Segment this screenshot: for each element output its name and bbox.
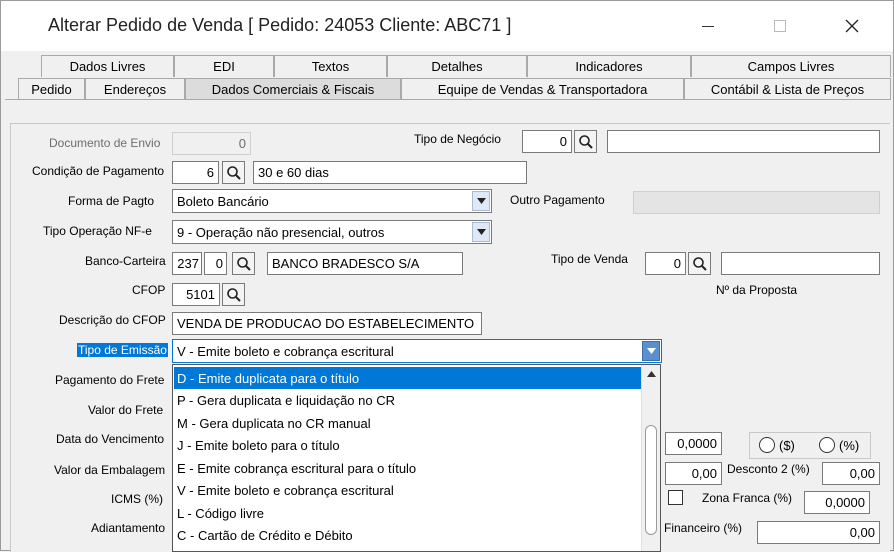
documento-envio-label: Documento de Envio — [49, 136, 161, 150]
banco-carteira-label: Banco-Carteira — [85, 254, 166, 268]
financeiro-label: Financeiro (%) — [664, 521, 743, 535]
documento-envio-field: 0 — [172, 132, 251, 155]
radio-percent-label: (%) — [839, 437, 860, 453]
zona-franca-checkbox[interactable] — [668, 490, 683, 505]
tab-textos[interactable]: Textos — [274, 55, 387, 77]
condicao-pagamento-code-field[interactable]: 6 — [172, 161, 219, 184]
banco-field[interactable]: 237 — [172, 252, 202, 275]
dropdown-option[interactable]: M - Gera duplicata no CR manual — [174, 412, 641, 434]
tab-enderecos[interactable]: Endereços — [85, 78, 185, 100]
outro-pagamento-label: Outro Pagamento — [510, 193, 605, 207]
forma-pagto-label: Forma de Pagto — [68, 194, 155, 208]
data-vencimento-label: Data do Vencimento — [56, 432, 165, 446]
radio-valor[interactable]: ($) — [759, 437, 795, 453]
right-value-field-2[interactable]: 0,00 — [665, 462, 722, 485]
valor-frete-label: Valor do Frete — [88, 403, 164, 417]
tipo-negocio-label: Tipo de Negócio — [414, 132, 501, 146]
tipo-venda-search-button[interactable] — [688, 252, 711, 275]
tab-indicadores[interactable]: Indicadores — [527, 55, 691, 77]
chevron-down-icon[interactable] — [472, 191, 490, 211]
adiantamento-label: Adiantamento — [91, 521, 166, 535]
close-icon — [845, 19, 859, 33]
tipo-venda-desc-field[interactable] — [721, 252, 880, 275]
window-title: Alterar Pedido de Venda [ Pedido: 24053 … — [48, 15, 512, 35]
dropdown-option[interactable]: D - Emite duplicata para o título — [174, 367, 641, 389]
tipo-operacao-select[interactable]: 9 - Operação não presencial, outros — [172, 220, 492, 244]
cfop-label: CFOP — [132, 283, 166, 297]
tipo-venda-code-field[interactable]: 0 — [645, 252, 686, 275]
desconto2-field[interactable]: 0,00 — [822, 462, 880, 485]
maximize-icon — [774, 20, 786, 32]
search-icon — [226, 287, 241, 302]
tab-divider — [5, 99, 891, 100]
cfop-search-button[interactable] — [222, 283, 245, 306]
tab-equipe-vendas-transportadora[interactable]: Equipe de Vendas & Transportadora — [401, 78, 684, 100]
minimize-icon — [702, 25, 714, 27]
banco-search-button[interactable] — [232, 252, 255, 275]
condicao-pagamento-label: Condição de Pagamento — [32, 164, 165, 178]
tab-pedido[interactable]: Pedido — [18, 78, 85, 100]
minimize-button[interactable] — [685, 7, 731, 45]
icms-label: ICMS (%) — [111, 492, 163, 506]
right-value-field-1[interactable]: 0,0000 — [665, 432, 722, 455]
numero-proposta-label: Nº da Proposta — [716, 283, 798, 297]
desconto2-label: Desconto 2 (%) — [727, 462, 810, 476]
radio-circle[interactable] — [759, 437, 775, 453]
tipo-operacao-label: Tipo Operação NF-e — [43, 224, 152, 238]
banco-desc-field[interactable]: BANCO BRADESCO S/A — [267, 252, 463, 275]
window: Alterar Pedido de Venda [ Pedido: 24053 … — [0, 0, 894, 552]
tipo-operacao-value: 9 - Operação não presencial, outros — [177, 224, 385, 240]
carteira-field[interactable]: 0 — [204, 252, 227, 275]
tipo-negocio-search-button[interactable] — [574, 130, 597, 153]
tipo-negocio-code-field[interactable]: 0 — [522, 130, 572, 153]
dropdown-option[interactable]: C - Cartão de Crédito e Débito — [174, 524, 641, 546]
radio-circle[interactable] — [819, 437, 835, 453]
financeiro-field[interactable]: 0,00 — [757, 521, 880, 544]
search-icon — [236, 256, 251, 271]
zona-franca-field[interactable]: 0,0000 — [804, 491, 870, 514]
cfop-field[interactable]: 5101 — [172, 283, 220, 306]
radio-percent[interactable]: (%) — [819, 437, 859, 453]
dropdown-option[interactable]: V - Emite boleto e cobrança escritural — [174, 479, 641, 501]
tipo-emissao-value: V - Emite boleto e cobrança escritural — [177, 343, 394, 359]
search-icon — [226, 165, 241, 180]
chevron-down-icon[interactable] — [642, 341, 660, 361]
close-button[interactable] — [829, 7, 875, 45]
radio-valor-label: ($) — [779, 437, 795, 453]
descricao-cfop-field[interactable]: VENDA DE PRODUCAO DO ESTABELECIMENTO — [172, 312, 482, 335]
tipo-emissao-label: Tipo de Emissão — [77, 343, 168, 357]
chevron-down-icon[interactable] — [472, 222, 490, 242]
search-icon — [578, 134, 593, 149]
forma-pagto-select[interactable]: Boleto Bancário — [172, 189, 492, 213]
pagamento-frete-label: Pagamento do Frete — [55, 373, 165, 387]
zona-franca-label: Zona Franca (%) — [702, 491, 793, 505]
descricao-cfop-label: Descrição do CFOP — [59, 313, 166, 327]
tipo-emissao-dropdown-list[interactable]: D - Emite duplicata para o título P - Ge… — [172, 364, 661, 552]
tab-campos-livres[interactable]: Campos Livres — [691, 55, 891, 77]
tab-edi[interactable]: EDI — [174, 55, 274, 77]
condicao-pagamento-desc-field[interactable]: 30 e 60 dias — [253, 161, 527, 184]
tab-dados-comerciais-fiscais[interactable]: Dados Comerciais & Fiscais — [185, 78, 401, 100]
dropdown-option[interactable]: P - Gera duplicata e liquidação no CR — [174, 389, 641, 411]
dropdown-option[interactable]: J - Emite boleto para o título — [174, 434, 641, 456]
valor-embalagem-label: Valor da Embalagem — [54, 463, 166, 477]
dropdown-option[interactable]: L - Código livre — [174, 502, 641, 524]
tab-contabil-lista-precos[interactable]: Contábil & Lista de Preços — [684, 78, 891, 100]
tipo-negocio-desc-field[interactable] — [607, 130, 880, 153]
scrollbar-thumb[interactable] — [645, 425, 657, 535]
outro-pagamento-field — [633, 191, 880, 214]
tab-detalhes[interactable]: Detalhes — [387, 55, 527, 77]
search-icon — [692, 256, 707, 271]
scroll-up-arrow-icon[interactable] — [642, 365, 660, 383]
tab-dados-livres[interactable]: Dados Livres — [41, 55, 174, 77]
maximize-button[interactable] — [757, 7, 803, 45]
condicao-pagamento-search-button[interactable] — [222, 161, 245, 184]
dropdown-scrollbar[interactable] — [641, 365, 660, 551]
title-bar: Alterar Pedido de Venda [ Pedido: 24053 … — [1, 1, 893, 51]
forma-pagto-value: Boleto Bancário — [177, 193, 269, 209]
tipo-emissao-select[interactable]: V - Emite boleto e cobrança escritural — [172, 339, 662, 363]
tipo-venda-label: Tipo de Venda — [551, 252, 628, 266]
dropdown-option[interactable]: E - Emite cobrança escritural para o tít… — [174, 457, 641, 479]
